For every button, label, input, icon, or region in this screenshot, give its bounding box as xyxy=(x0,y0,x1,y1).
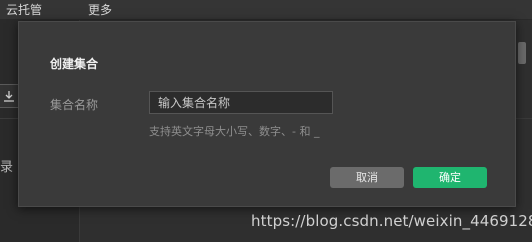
collection-name-hint: 支持英文字母大小写、数字、- 和 _ xyxy=(149,125,320,138)
download-icon xyxy=(4,91,14,102)
app-window: 云托管 更多 录 创建集合 集合名称 支持英文字母大小写、数字、- 和 _ 取消… xyxy=(0,0,532,242)
sidebar-partial-label: 录 xyxy=(0,160,14,175)
menu-item-cloud-hosting[interactable]: 云托管 xyxy=(6,2,42,18)
confirm-button[interactable]: 确定 xyxy=(413,167,487,188)
collection-name-input[interactable] xyxy=(149,91,333,114)
download-button[interactable] xyxy=(0,84,20,108)
scrollbar-thumb[interactable] xyxy=(518,42,526,64)
menu-item-more[interactable]: 更多 xyxy=(88,2,112,18)
cancel-button[interactable]: 取消 xyxy=(330,167,404,188)
dialog-title: 创建集合 xyxy=(50,57,99,71)
create-collection-dialog: 创建集合 集合名称 支持英文字母大小写、数字、- 和 _ 取消 确定 xyxy=(18,21,516,207)
collection-name-label: 集合名称 xyxy=(50,98,99,112)
menubar: 云托管 更多 xyxy=(0,0,532,20)
watermark: https://blog.csdn.net/weixin_44691281 xyxy=(251,212,532,230)
